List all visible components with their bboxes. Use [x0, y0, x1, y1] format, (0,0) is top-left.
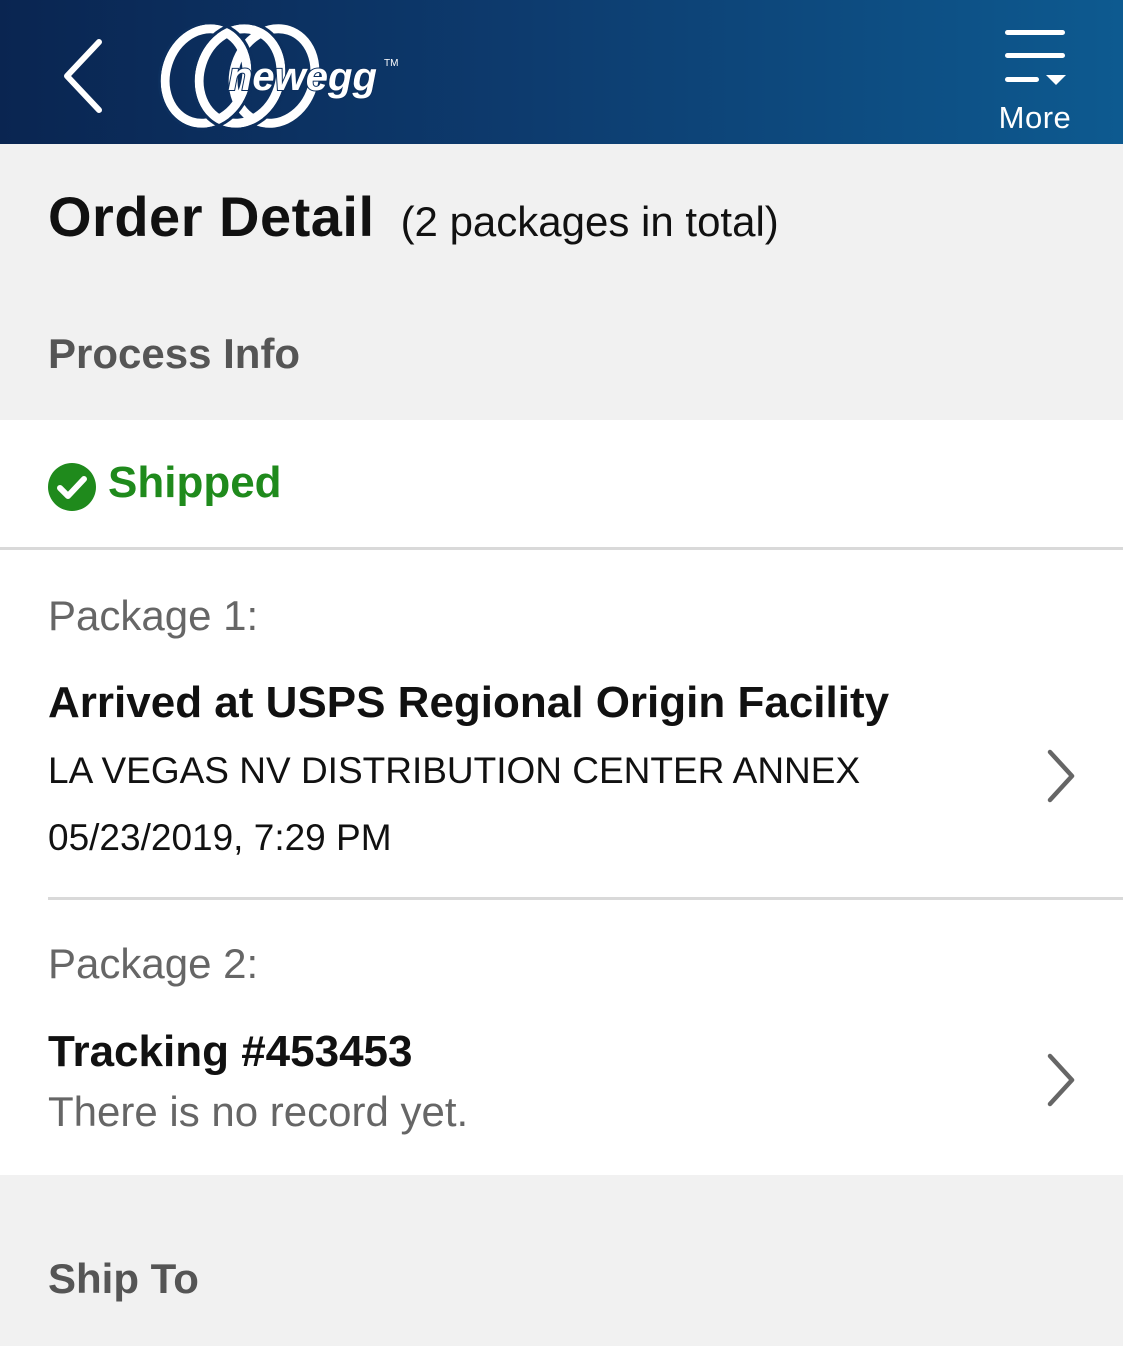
- top-bar: newegg TM More: [0, 0, 1123, 144]
- package-datetime: 05/23/2019, 7:29 PM: [48, 817, 392, 858]
- package-location: LA VEGAS NV DISTRIBUTION CENTER ANNEX: [48, 750, 861, 791]
- more-menu-button[interactable]: More: [990, 26, 1080, 138]
- more-label: More: [998, 100, 1072, 135]
- chevron-right-icon: [1047, 749, 1075, 803]
- page-title: Order Detail: [48, 185, 375, 248]
- menu-dropdown-icon: [1005, 30, 1066, 85]
- back-button[interactable]: [48, 36, 118, 116]
- ship-to-header: Ship To: [48, 1255, 199, 1302]
- process-info-panel: Shipped Package 1: Arrived at USPS Regio…: [0, 420, 1123, 1175]
- tracking-note: There is no record yet.: [48, 1088, 469, 1135]
- order-status: Shipped: [108, 458, 282, 507]
- order-status-row: Shipped: [0, 420, 1123, 550]
- package-2-row[interactable]: Package 2: Tracking #453453 There is no …: [0, 900, 1123, 1175]
- package-label: Package 2:: [48, 940, 259, 987]
- svg-text:newegg: newegg: [228, 55, 377, 99]
- package-label: Package 1:: [48, 592, 259, 639]
- check-circle-icon: [48, 463, 96, 511]
- chevron-left-icon: [64, 39, 102, 113]
- process-info-header: Process Info: [48, 330, 301, 377]
- package-status: Arrived at USPS Regional Origin Facility: [48, 678, 890, 727]
- tracking-number: Tracking #453453: [48, 1027, 413, 1076]
- package-count: (2 packages in total): [400, 198, 779, 245]
- svg-text:TM: TM: [384, 58, 398, 69]
- chevron-right-icon: [1047, 1053, 1075, 1107]
- package-1-row[interactable]: Package 1: Arrived at USPS Regional Orig…: [0, 550, 1123, 897]
- title-row: Order Detail (2 packages in total): [48, 184, 779, 254]
- newegg-logo[interactable]: newegg TM: [157, 20, 403, 132]
